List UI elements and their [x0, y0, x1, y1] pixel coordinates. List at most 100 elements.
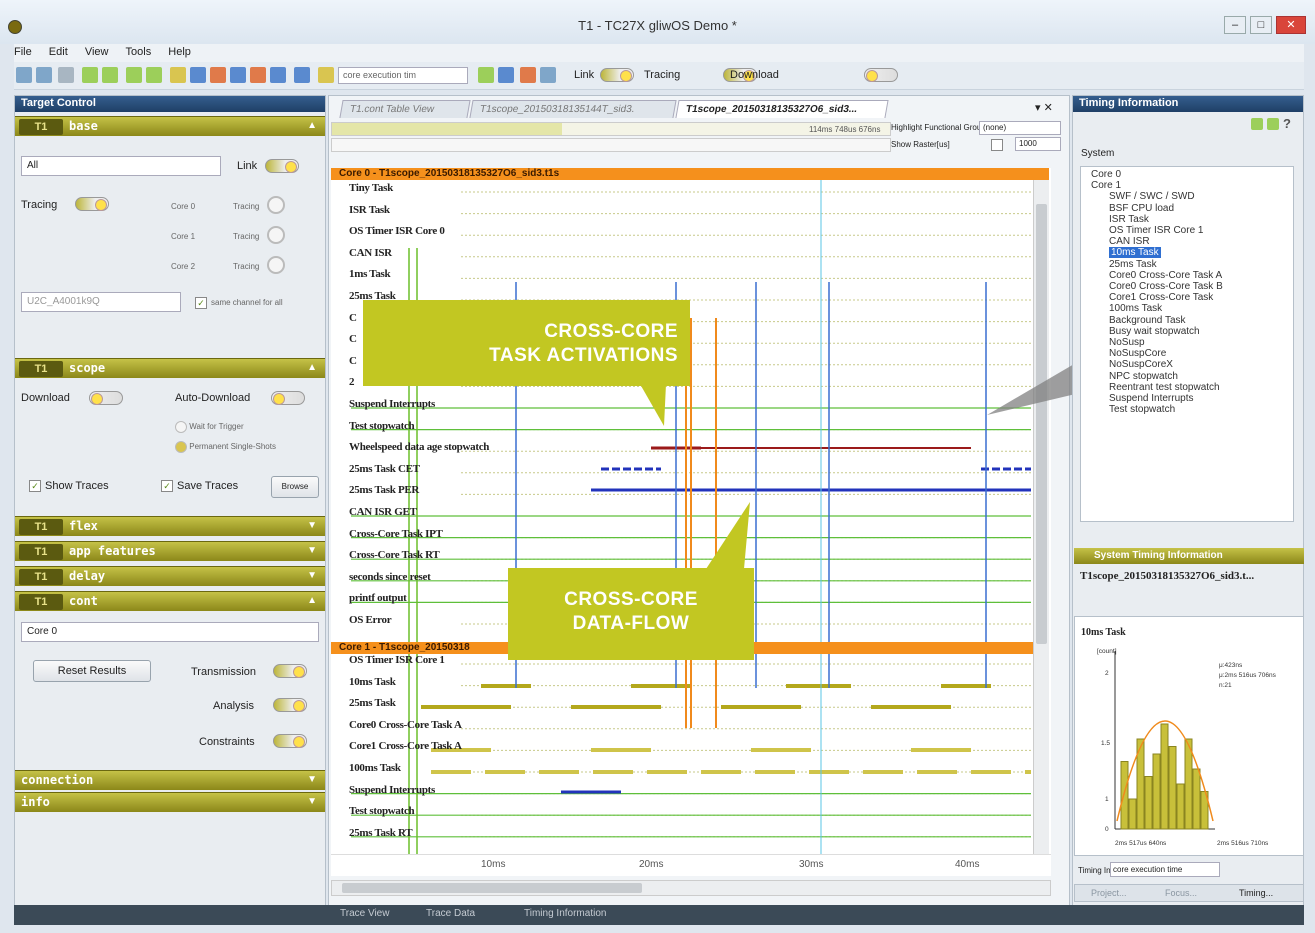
- undo-icon[interactable]: [170, 67, 186, 83]
- trace-label[interactable]: OS Timer ISR Core 1: [349, 654, 445, 666]
- trace-chart[interactable]: Core 0 - T1scope_20150318135327O6_sid3.t…: [331, 168, 1051, 876]
- settings-icon[interactable]: [540, 67, 556, 83]
- tree-item[interactable]: SWF / SWC / SWD: [1109, 191, 1195, 202]
- trace-label[interactable]: 1ms Task: [349, 268, 391, 280]
- tree-item[interactable]: NoSusp: [1109, 337, 1145, 348]
- tree-item[interactable]: OS Timer ISR Core 1: [1109, 225, 1203, 236]
- trace-label[interactable]: Core0 Cross-Core Task A: [349, 719, 462, 731]
- overview-bar[interactable]: [331, 122, 891, 136]
- channel-select[interactable]: U2C_A4001k9Q: [21, 292, 181, 312]
- auto-download-toggle[interactable]: [271, 391, 305, 405]
- browse-button[interactable]: Browse: [271, 476, 319, 498]
- tab-scope-2[interactable]: T1scope_20150318135327O6_sid3...: [675, 100, 889, 118]
- trace-label[interactable]: CAN ISR: [349, 247, 392, 259]
- record-icon[interactable]: [520, 67, 536, 83]
- forward-icon[interactable]: [102, 67, 118, 83]
- tab-timing-information[interactable]: Timing Information: [524, 908, 606, 919]
- tree-item[interactable]: Core 0: [1091, 169, 1121, 180]
- trace-label[interactable]: 100ms Task: [349, 762, 401, 774]
- trace-label[interactable]: ISR Task: [349, 204, 390, 216]
- trace-label[interactable]: C: [349, 312, 357, 324]
- print-icon[interactable]: [58, 67, 74, 83]
- trace-label[interactable]: C: [349, 355, 357, 367]
- save-icon[interactable]: [36, 67, 52, 83]
- tree-item[interactable]: 100ms Task: [1109, 303, 1162, 314]
- toolbar-link-toggle[interactable]: [600, 68, 634, 82]
- raster-checkbox[interactable]: [991, 139, 1003, 151]
- tree-item[interactable]: Core 1: [1091, 180, 1121, 191]
- tab-project[interactable]: Project...: [1091, 888, 1127, 898]
- refresh-icon[interactable]: [1251, 118, 1263, 130]
- trace-label[interactable]: 25ms Task RT: [349, 827, 413, 839]
- chart-icon[interactable]: [478, 67, 494, 83]
- tab-trace-data[interactable]: Trace Data: [426, 908, 475, 919]
- download-toggle[interactable]: [89, 391, 123, 405]
- tree-item[interactable]: Test stopwatch: [1109, 404, 1175, 415]
- wait-trigger-radio[interactable]: Wait for Trigger: [175, 421, 244, 433]
- grid-icon[interactable]: [210, 67, 226, 83]
- menu-file[interactable]: File: [14, 44, 32, 58]
- tree-item[interactable]: ISR Task: [1109, 214, 1149, 225]
- constraints-toggle[interactable]: [273, 734, 307, 748]
- trace-label[interactable]: C: [349, 333, 357, 345]
- transmission-toggle[interactable]: [273, 664, 307, 678]
- close-button[interactable]: ✕: [1276, 16, 1306, 34]
- up-icon[interactable]: [126, 67, 142, 83]
- tab-trace-view[interactable]: Trace View: [340, 908, 389, 919]
- tree-item[interactable]: 25ms Task: [1109, 259, 1157, 270]
- trace-label[interactable]: CAN ISR GET: [349, 506, 417, 518]
- tree-item[interactable]: BSF CPU load: [1109, 203, 1174, 214]
- trace-label[interactable]: 25ms Task: [349, 697, 396, 709]
- tab-timing[interactable]: Timing...: [1239, 888, 1273, 898]
- tab-scope-1[interactable]: T1scope_20150318135144T_sid3.: [469, 100, 677, 118]
- trace-label[interactable]: Suspend Interrupts: [349, 784, 435, 796]
- section-info[interactable]: info ▼: [15, 792, 325, 812]
- tree-item[interactable]: Reentrant test stopwatch: [1109, 382, 1220, 393]
- tracing-toggle[interactable]: [75, 197, 109, 211]
- tab-table-view[interactable]: T1.cont Table View: [339, 100, 471, 118]
- show-traces-checkbox[interactable]: ✓ Show Traces: [29, 480, 109, 493]
- export-icon[interactable]: [498, 67, 514, 83]
- section-app-features[interactable]: T1 app features ▼: [15, 541, 325, 561]
- tree-item[interactable]: 10ms Task: [1109, 247, 1161, 259]
- permanent-radio[interactable]: Permanent Single-Shots: [175, 441, 276, 453]
- tree-item[interactable]: Core0 Cross-Core Task A: [1109, 270, 1222, 281]
- list-icon[interactable]: [318, 67, 334, 83]
- section-connection[interactable]: connection ▼: [15, 770, 325, 790]
- time-range-bar[interactable]: [331, 138, 891, 152]
- section-delay[interactable]: T1 delay ▼: [15, 566, 325, 586]
- tree-item[interactable]: NoSuspCore: [1109, 348, 1166, 359]
- tree-item[interactable]: CAN ISR: [1109, 236, 1150, 247]
- menu-view[interactable]: View: [85, 44, 109, 58]
- filter-icon[interactable]: [270, 67, 286, 83]
- menu-help[interactable]: Help: [168, 44, 191, 58]
- table-icon[interactable]: [294, 67, 310, 83]
- zoom-icon[interactable]: [230, 67, 246, 83]
- horizontal-scrollbar[interactable]: [331, 880, 1051, 896]
- trace-label[interactable]: Test stopwatch: [349, 805, 415, 817]
- link-toggle[interactable]: [265, 159, 299, 173]
- expand-icon[interactable]: [1267, 118, 1279, 130]
- highlight-select[interactable]: (none): [979, 121, 1061, 135]
- menu-tools[interactable]: Tools: [126, 44, 152, 58]
- open-icon[interactable]: [16, 67, 32, 83]
- tree-item[interactable]: Core1 Cross-Core Task: [1109, 292, 1213, 303]
- help-icon[interactable]: ?: [1283, 116, 1291, 131]
- close-tab-icon[interactable]: ▾ ✕: [1035, 101, 1053, 114]
- minimize-button[interactable]: –: [1224, 16, 1246, 34]
- trace-label[interactable]: Wheelspeed data age stopwatch: [349, 441, 489, 453]
- trace-label[interactable]: 25ms Task CET: [349, 463, 420, 475]
- mark-icon[interactable]: [250, 67, 266, 83]
- trace-label[interactable]: OS Timer ISR Core 0: [349, 225, 445, 237]
- section-scope[interactable]: T1 scope ▲: [15, 358, 325, 378]
- cont-core-select[interactable]: Core 0: [21, 622, 319, 642]
- tree-item[interactable]: Background Task: [1109, 315, 1186, 326]
- core2-tracing-toggle[interactable]: [267, 256, 285, 274]
- trace-label[interactable]: Core1 Cross-Core Task A: [349, 740, 462, 752]
- trace-label[interactable]: Test stopwatch: [349, 420, 415, 432]
- trace-label[interactable]: seconds since reset: [349, 571, 431, 583]
- maximize-button[interactable]: □: [1250, 16, 1272, 34]
- down-icon[interactable]: [146, 67, 162, 83]
- trace-label[interactable]: printf output: [349, 592, 407, 604]
- back-icon[interactable]: [82, 67, 98, 83]
